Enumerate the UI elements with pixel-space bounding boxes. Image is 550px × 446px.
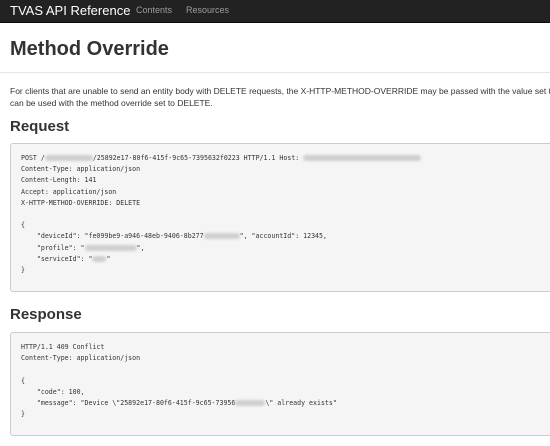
title-divider xyxy=(0,72,550,73)
intro-paragraph: For clients that are unable to send an e… xyxy=(10,85,550,109)
code-line: Content-Length: 141 xyxy=(21,176,97,185)
code-line: HTTP/1.1 409 Conflict xyxy=(21,343,105,351)
code-line: "profile": " ", xyxy=(21,243,145,252)
code-line: POST //25892e17-80f6-415f-9c65-7395632f0… xyxy=(21,153,549,164)
code-line: "serviceId": " " xyxy=(21,254,111,263)
code-line: X-HTTP-METHOD-OVERRIDE: DELETE xyxy=(21,198,141,207)
code-line: { xyxy=(21,376,25,385)
code-line: { xyxy=(21,221,25,230)
nav-link-contents[interactable]: Contents xyxy=(136,5,172,15)
redacted-text xyxy=(303,155,422,161)
response-code-block: HTTP/1.1 409 Conflict Content-Type: appli… xyxy=(10,332,550,436)
intro-line: can be used with the method override set… xyxy=(10,98,213,108)
nav-link-resources[interactable]: Resources xyxy=(186,5,229,15)
intro-line: For clients that are unable to send an e… xyxy=(10,86,550,96)
code-line: Content-Type: application/json xyxy=(21,165,141,174)
redacted-text xyxy=(44,155,93,161)
code-line: Accept: application/json xyxy=(21,187,117,196)
redacted-text xyxy=(92,255,107,262)
redacted-text xyxy=(203,233,240,240)
code-line: "deviceId": "fe099be9-a946-48eb-9406-8b2… xyxy=(21,232,327,241)
request-code-block: POST //25892e17-80f6-415f-9c65-7395632f0… xyxy=(10,143,550,292)
redacted-text xyxy=(235,399,266,406)
code-line: Content-Type: application/json xyxy=(21,354,141,363)
top-navbar: TVAS API Reference Contents Resources xyxy=(0,0,550,23)
brand-link[interactable]: TVAS API Reference xyxy=(10,3,130,18)
request-heading: Request xyxy=(10,118,70,135)
code-line: "code": 100, xyxy=(21,387,85,396)
redacted-text xyxy=(84,244,137,251)
code-line: } xyxy=(21,410,25,419)
page-title: Method Override xyxy=(10,38,169,60)
code-line: "message": "Device \"25892e17-80f6-415f-… xyxy=(21,398,337,407)
code-line: } xyxy=(21,265,25,274)
response-heading: Response xyxy=(10,306,82,323)
